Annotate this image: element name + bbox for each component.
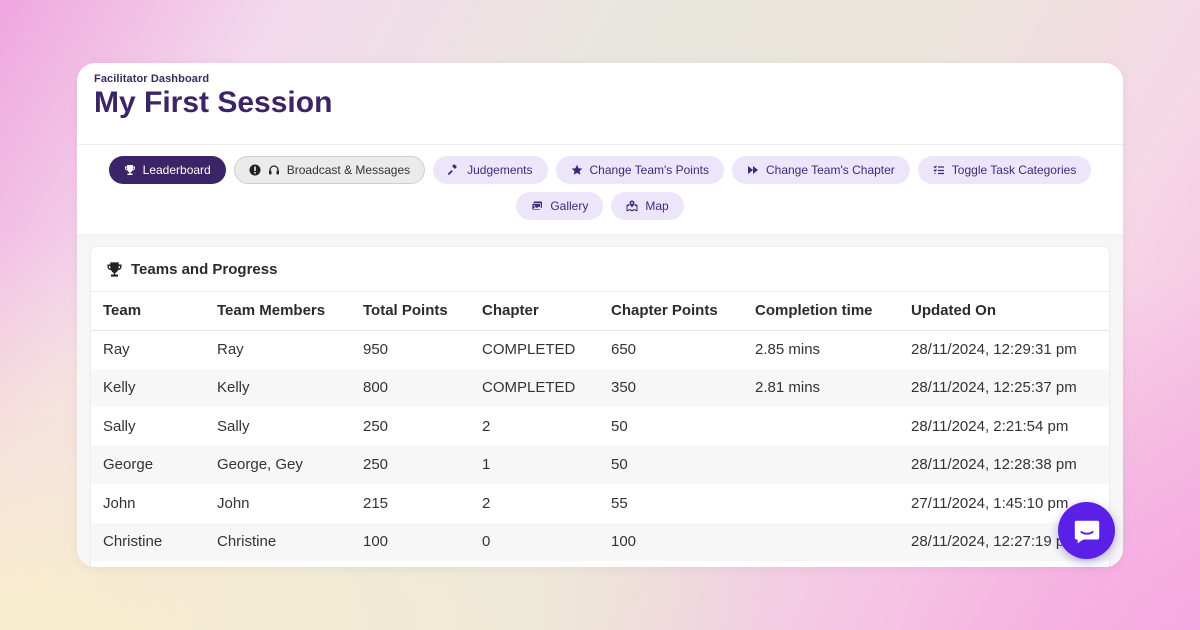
star-icon — [571, 164, 582, 175]
table-row: George George, Gey 250 1 50 28/11/2024, … — [91, 445, 1109, 484]
dashboard-card: Facilitator Dashboard My First Session L… — [77, 63, 1123, 567]
cell-total-points: 950 — [363, 341, 389, 358]
chat-bubble-icon — [1074, 520, 1099, 543]
table-header-row: Team Team Members Total Points Chapter C… — [91, 292, 1109, 331]
cell-members: Christine — [205, 522, 351, 561]
nav-row-1: Leaderboard Broadcast & Messages Judgeme… — [77, 156, 1123, 185]
gallery-icon — [531, 201, 543, 211]
table-row: Ray Ray 950 COMPLETED 650 2.85 mins 28/1… — [91, 330, 1109, 369]
teams-table: Team Team Members Total Points Chapter C… — [91, 292, 1109, 561]
trophy-icon — [124, 165, 135, 175]
column-header[interactable]: Completion time — [743, 292, 899, 331]
cell-team: John — [103, 494, 136, 512]
map-icon — [626, 200, 638, 212]
table-row: Kelly Kelly 800 COMPLETED 350 2.81 mins … — [91, 368, 1109, 407]
cell-members: Sally — [217, 417, 250, 435]
nav-row-2: Gallery Map — [77, 192, 1123, 221]
tab-map-label: Map — [645, 199, 669, 213]
cell-members: Kelly — [205, 368, 351, 407]
cell-chapter-points: 100 — [599, 522, 743, 561]
info-icon — [249, 164, 261, 176]
cell-updated-on: 28/11/2024, 12:25:37 pm — [899, 368, 1109, 407]
cell-chapter: COMPLETED — [470, 368, 599, 407]
cell-updated-on: 28/11/2024, 12:28:38 pm — [899, 445, 1109, 484]
dashboard-eyebrow: Facilitator Dashboard — [94, 73, 210, 85]
cell-updated-on: 28/11/2024, 12:29:31 pm — [911, 341, 1077, 358]
chat-launcher-button[interactable] — [1058, 502, 1115, 559]
content-area: Teams and Progress Team Team Members Tot… — [77, 235, 1123, 567]
tab-broadcast-messages[interactable]: Broadcast & Messages — [233, 156, 426, 184]
table-row: Sally Sally 250 2 50 28/11/2024, 2:21:54… — [91, 407, 1109, 446]
panel-header: Teams and Progress — [91, 247, 1109, 292]
tab-judgements-label: Judgements — [467, 163, 533, 177]
cell-members: Ray — [217, 341, 244, 358]
header: Facilitator Dashboard My First Session — [77, 63, 1123, 145]
tab-gallery-label: Gallery — [550, 199, 589, 213]
tab-broadcast-label: Broadcast & Messages — [286, 163, 411, 177]
cell-chapter-points: 650 — [611, 341, 637, 358]
teams-progress-panel: Teams and Progress Team Team Members Tot… — [90, 246, 1110, 567]
cell-chapter-points: 50 — [611, 417, 628, 435]
tab-leaderboard[interactable]: Leaderboard — [108, 156, 226, 184]
cell-completion-time: 2.85 mins — [755, 341, 821, 358]
tab-leaderboard-label: Leaderboard — [142, 163, 211, 177]
column-header[interactable]: Updated On — [899, 292, 1109, 331]
cell-completion-time: 2.81 mins — [743, 368, 899, 407]
cell-total-points: 250 — [363, 417, 389, 435]
cell-chapter: 2 — [482, 417, 491, 435]
fast-forward-icon — [747, 166, 758, 174]
cell-updated-on: 28/11/2024, 2:21:54 pm — [911, 417, 1069, 435]
cell-chapter: 1 — [470, 445, 599, 484]
cell-total-points: 250 — [351, 445, 470, 484]
cell-team: Ray — [103, 341, 130, 358]
cell-total-points: 215 — [363, 494, 389, 512]
cell-chapter-points: 55 — [611, 494, 628, 512]
column-header[interactable]: Team — [91, 292, 205, 331]
column-header[interactable]: Chapter Points — [599, 292, 743, 331]
panel-title: Teams and Progress — [131, 260, 278, 278]
tab-change-chapter[interactable]: Change Team's Chapter — [731, 156, 910, 184]
cell-team: Christine — [91, 522, 205, 561]
column-header[interactable]: Chapter — [470, 292, 599, 331]
column-header[interactable]: Total Points — [351, 292, 470, 331]
cell-chapter-points: 350 — [599, 368, 743, 407]
cell-chapter: 2 — [482, 494, 491, 512]
cell-team: Sally — [103, 417, 136, 435]
gavel-icon — [448, 164, 457, 175]
page-title: My First Session — [94, 86, 333, 119]
nav-tabs: Leaderboard Broadcast & Messages Judgeme… — [77, 145, 1123, 235]
table-row: John John 215 2 55 27/11/2024, 1:45:10 p… — [91, 484, 1109, 523]
cell-chapter: COMPLETED — [482, 341, 576, 358]
tab-change-chapter-label: Change Team's Chapter — [765, 163, 895, 177]
cell-members: John — [217, 494, 250, 512]
cell-total-points: 800 — [351, 368, 470, 407]
table-row: Christine Christine 100 0 100 28/11/2024… — [91, 522, 1109, 561]
cell-completion-time — [743, 484, 899, 523]
cell-chapter-points: 50 — [599, 445, 743, 484]
tab-toggle-task-categories[interactable]: Toggle Task Categories — [917, 156, 1092, 184]
trophy-icon — [107, 261, 122, 277]
cell-team: Kelly — [91, 368, 205, 407]
list-check-icon — [933, 165, 944, 175]
tab-judgements[interactable]: Judgements — [433, 156, 548, 184]
cell-chapter: 0 — [470, 522, 599, 561]
tab-change-points[interactable]: Change Team's Points — [555, 156, 724, 184]
cell-completion-time — [743, 522, 899, 561]
cell-total-points: 100 — [351, 522, 470, 561]
column-header[interactable]: Team Members — [205, 292, 351, 331]
cell-members: George, Gey — [205, 445, 351, 484]
cell-team: George — [91, 445, 205, 484]
tab-toggle-label: Toggle Task Categories — [951, 163, 1077, 177]
tab-gallery[interactable]: Gallery — [516, 192, 604, 220]
tab-change-points-label: Change Team's Points — [589, 163, 709, 177]
cell-completion-time — [743, 445, 899, 484]
headset-icon — [268, 165, 279, 175]
cell-completion-time — [743, 407, 899, 446]
tab-map[interactable]: Map — [611, 192, 684, 220]
